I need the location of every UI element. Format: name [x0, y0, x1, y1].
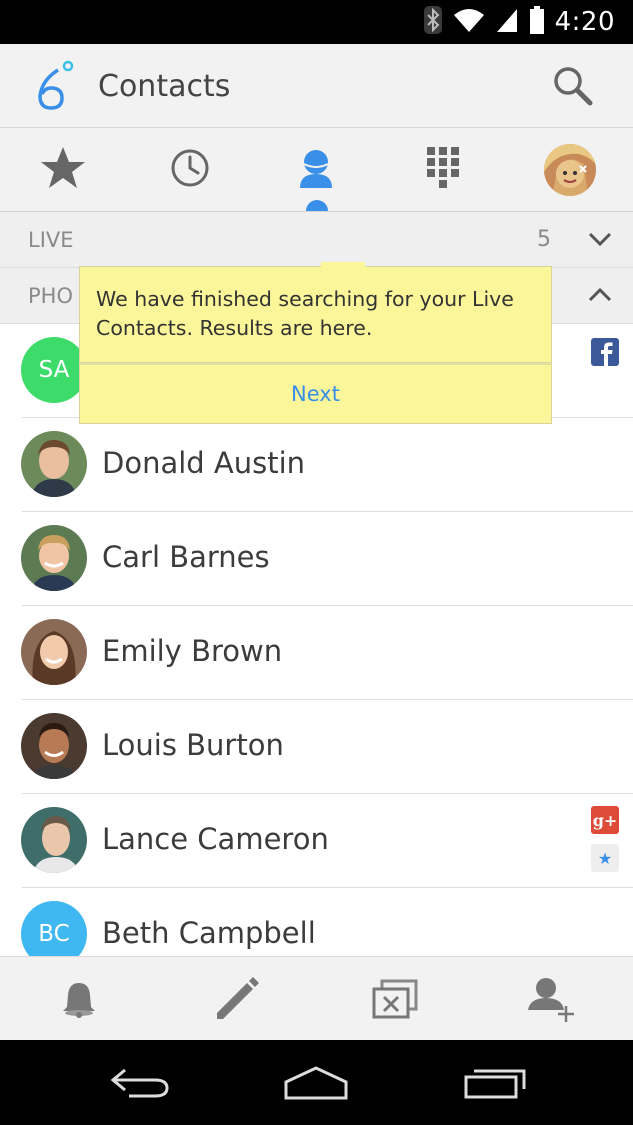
system-nav-bar [0, 1040, 633, 1125]
add-person-icon[interactable] [522, 969, 582, 1029]
dialpad-icon [426, 146, 460, 194]
contact-name: Donald Austin [102, 446, 306, 480]
tooltip-message: We have finished searching for your Live… [96, 287, 514, 340]
profile-avatar [544, 144, 596, 196]
contact-avatar [21, 525, 87, 591]
search-icon[interactable] [551, 64, 595, 108]
section-live-count: 5 [537, 227, 551, 252]
contact-avatar [21, 619, 87, 685]
contact-row[interactable]: Carl Barnes [0, 512, 633, 606]
section-phone-label: PHO [28, 284, 73, 308]
bottom-toolbar [0, 956, 633, 1040]
star-icon [39, 145, 87, 195]
app-logo [34, 58, 78, 112]
contact-avatar [21, 431, 87, 497]
contact-name: Beth Campbell [102, 916, 316, 950]
tab-favorites[interactable] [13, 128, 113, 212]
facebook-icon [591, 338, 619, 366]
clock-icon [170, 148, 210, 192]
person-icon [298, 148, 334, 192]
google-plus-icon: g+ [591, 806, 619, 834]
contact-name: Louis Burton [102, 728, 284, 762]
app-bar: Contacts [0, 44, 633, 128]
contact-row[interactable]: Emily Brown [0, 606, 633, 700]
chevron-up-icon[interactable] [587, 282, 613, 308]
favorite-star-icon: ★ [591, 844, 619, 872]
contact-name: Carl Barnes [102, 540, 270, 574]
bluetooth-icon [423, 5, 443, 39]
status-bar: 4:20 [0, 0, 633, 44]
tab-bar [0, 128, 633, 212]
battery-icon [529, 6, 545, 38]
contact-avatar [21, 807, 87, 873]
wifi-icon [453, 7, 485, 37]
contact-avatar: BC [21, 901, 87, 956]
contact-row[interactable]: Donald Austin [0, 418, 633, 512]
contact-avatar: SA [21, 337, 87, 403]
contact-name: Emily Brown [102, 634, 283, 668]
app-title: Contacts [98, 69, 231, 104]
section-live-label: LIVE [28, 228, 74, 252]
tab-profile[interactable] [520, 128, 620, 212]
status-time: 4:20 [554, 7, 615, 37]
tooltip-body: We have finished searching for your Live… [79, 266, 552, 363]
signal-icon [495, 7, 519, 37]
pencil-icon[interactable] [207, 969, 267, 1029]
contact-row[interactable]: Lance Cameron g+ ★ [0, 794, 633, 888]
back-icon[interactable] [100, 1057, 180, 1109]
section-live-header[interactable]: LIVE 5 [0, 212, 633, 268]
tab-recent[interactable] [140, 128, 240, 212]
recents-icon[interactable] [455, 1057, 535, 1109]
close-box-icon[interactable] [365, 969, 425, 1029]
tooltip-next-button[interactable]: Next [79, 363, 552, 424]
tooltip-pointer [321, 262, 365, 270]
live-contacts-tooltip: We have finished searching for your Live… [79, 262, 552, 424]
contact-row[interactable]: BC Beth Campbell [0, 888, 633, 956]
contact-row[interactable]: Louis Burton [0, 700, 633, 794]
home-icon[interactable] [276, 1057, 356, 1109]
tab-dialpad[interactable] [393, 128, 493, 212]
contact-avatar [21, 713, 87, 779]
bell-icon[interactable] [49, 969, 109, 1029]
contact-name: Lance Cameron [102, 822, 329, 856]
chevron-down-icon[interactable] [587, 226, 613, 252]
